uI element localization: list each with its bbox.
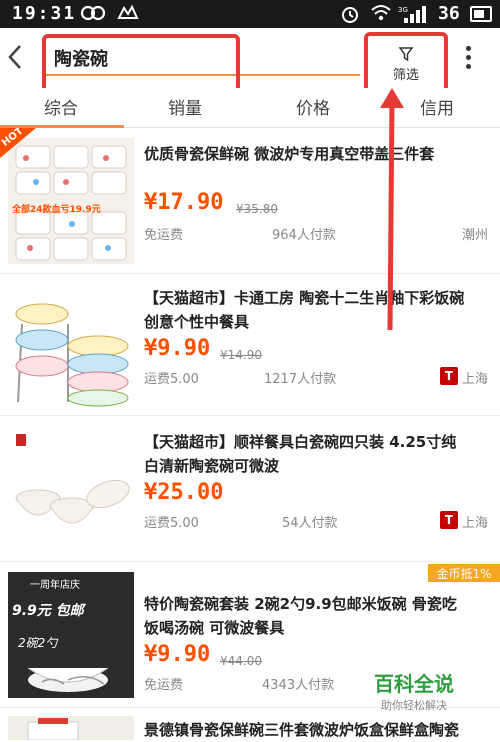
product-title-line2: 饭喝汤碗 可微波餐具 <box>144 619 285 637</box>
filter-button[interactable]: 筛选 <box>364 32 448 96</box>
battery-icon <box>470 6 492 22</box>
battery-level: 36 <box>438 3 460 24</box>
product-original-price: ¥44.00 <box>220 654 262 668</box>
product-price: ¥9.90 <box>144 642 211 667</box>
product-image <box>8 426 134 552</box>
tab-sales[interactable]: 销量 <box>168 94 202 119</box>
search-header: 陶瓷碗 筛选 <box>0 28 500 100</box>
filter-label: 筛选 <box>392 67 419 83</box>
status-bar: 19:31 3G 36 <box>0 0 500 28</box>
alarm-icon <box>340 4 360 29</box>
dot-icon <box>465 54 471 60</box>
coin-discount-badge: 金币抵1% <box>428 564 500 582</box>
product-original-price: ¥35.80 <box>236 202 278 216</box>
product-item[interactable]: 【天猫超市】卡通工房 陶瓷十二生肖釉下彩饭碗 创意个性中餐具 ¥9.90 ¥14… <box>0 274 500 416</box>
product-shipping: 免运费 <box>144 678 184 693</box>
product-sold-count: 4343人付款 <box>262 678 335 693</box>
product-title: 优质骨瓷保鲜碗 微波炉专用真空带盖三件套 <box>144 145 435 163</box>
wifi-icon <box>370 4 392 27</box>
signal-icon: 3G <box>398 4 428 29</box>
watermark-title: 百科全说 <box>374 672 454 696</box>
product-price: ¥25.00 <box>144 480 224 505</box>
product-item[interactable]: 全部24款血亏19.9元 HOT 优质骨瓷保鲜碗 微波炉专用真空带盖三件套 ¥1… <box>0 128 500 274</box>
product-sold-count: 964人付款 <box>272 228 336 243</box>
product-image <box>8 716 134 740</box>
dot-icon <box>465 63 471 69</box>
product-location: 上海 <box>462 372 489 387</box>
notification-icon <box>116 4 140 27</box>
product-location: 潮州 <box>462 228 489 243</box>
product-title-line2: 白清新陶瓷碗可微波 <box>144 457 280 475</box>
tab-credit[interactable]: 信用 <box>420 94 454 119</box>
tab-price[interactable]: 价格 <box>296 94 330 119</box>
product-title-line2: 创意个性中餐具 <box>144 313 250 331</box>
watermark-subtitle: 助你轻松解决 <box>381 699 447 712</box>
infinity-icon <box>80 4 106 27</box>
image-promo-line: 2碗2勺 <box>18 636 58 650</box>
status-time: 19:31 <box>12 3 77 24</box>
image-promo-line: 9.9元 包邮 <box>12 603 84 619</box>
tmall-icon: T <box>440 511 458 529</box>
product-price: ¥17.90 <box>144 190 224 215</box>
product-shipping: 运费5.00 <box>144 372 199 387</box>
product-sold-count: 1217人付款 <box>264 372 337 387</box>
tab-comprehensive[interactable]: 综合 <box>44 94 78 119</box>
dot-icon <box>465 45 471 51</box>
product-shipping: 运费5.00 <box>144 516 199 531</box>
tmall-icon: T <box>440 367 458 385</box>
back-button[interactable] <box>2 40 28 74</box>
product-title: 【天猫超市】卡通工房 陶瓷十二生肖釉下彩饭碗 <box>144 289 465 307</box>
image-promo-text: 全部24款血亏19.9元 <box>12 205 101 215</box>
sort-tabs: 综合 销量 价格 信用 <box>0 88 500 128</box>
product-title: 景德镇骨瓷保鲜碗三件套微波炉饭盒保鲜盒陶瓷 <box>144 721 460 739</box>
product-sold-count: 54人付款 <box>282 516 338 531</box>
product-title: 特价陶瓷碗套装 2碗2勺9.9包邮米饭碗 骨瓷吃 <box>144 595 457 613</box>
product-shipping: 免运费 <box>144 228 184 243</box>
svg-text:3G: 3G <box>398 6 408 14</box>
hot-badge: HOT <box>0 128 36 158</box>
chevron-left-icon <box>8 45 21 69</box>
product-image <box>8 284 134 410</box>
product-title: 【天猫超市】顺祥餐具白瓷碗四只装 4.25寸纯 <box>144 433 457 451</box>
filter-icon <box>398 46 414 61</box>
image-promo-line: 一周年店庆 <box>30 580 80 591</box>
product-price: ¥9.90 <box>144 336 211 361</box>
product-item[interactable]: 【天猫超市】顺祥餐具白瓷碗四只装 4.25寸纯 白清新陶瓷碗可微波 ¥25.00… <box>0 416 500 562</box>
product-image: 一周年店庆 9.9元 包邮 2碗2勺 <box>8 572 134 698</box>
more-options-button[interactable] <box>458 42 478 72</box>
product-original-price: ¥14.90 <box>220 348 262 362</box>
product-location: 上海 <box>462 516 489 531</box>
watermark-logo: 百科全说 助你轻松解决 <box>366 668 462 713</box>
